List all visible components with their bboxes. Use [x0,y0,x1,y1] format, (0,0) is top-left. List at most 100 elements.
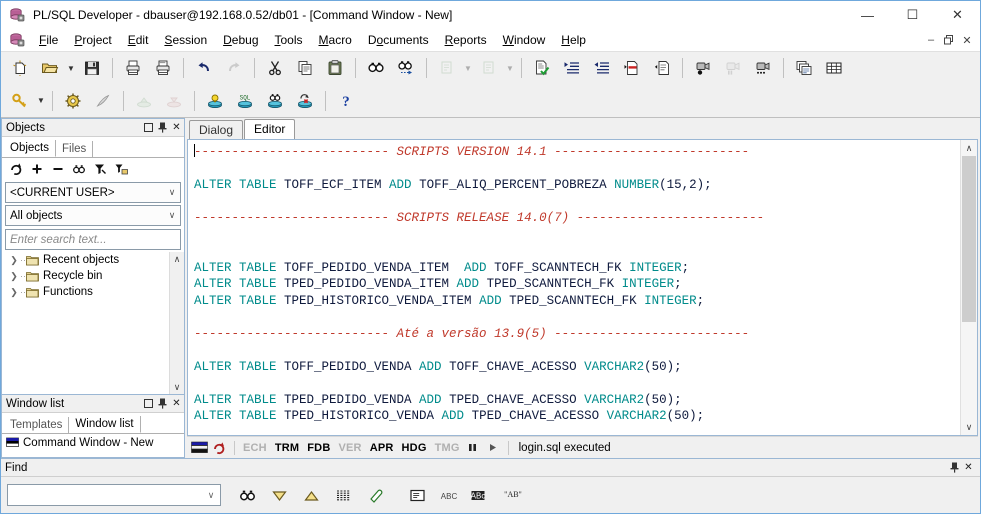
scroll-up-icon[interactable]: ∧ [961,140,977,156]
window-list-close-icon[interactable]: ✕ [170,396,183,411]
tab-window-list[interactable]: Window list [69,416,141,433]
menu-item-project[interactable]: Project [66,31,119,49]
play-macro-icon[interactable] [749,54,777,82]
objects-tab-files[interactable]: Files [56,141,94,157]
find-database-icon[interactable] [261,87,289,115]
current-user-combo[interactable]: <CURRENT USER> ∨ [5,182,181,203]
scroll-up-icon[interactable]: ∧ [170,252,184,266]
menu-item-tools[interactable]: Tools [267,31,311,49]
key-logon-dropdown-icon[interactable]: ▼ [35,88,47,114]
session-settings-icon[interactable] [59,87,87,115]
find-icon[interactable] [233,482,261,508]
menu-item-file[interactable]: File [31,31,66,49]
find-input[interactable]: ∨ [7,484,221,506]
collapse-icon[interactable] [48,160,68,178]
menu-item-window[interactable]: Window [495,31,554,49]
mdi-close-button[interactable]: ✕ [958,31,976,49]
session-rollback-icon[interactable] [210,440,228,456]
find-all-icon[interactable] [329,482,357,508]
menu-item-macro[interactable]: Macro [311,31,360,49]
window-list-icon[interactable] [790,54,818,82]
clear-highlight-icon[interactable] [361,482,389,508]
explain-plan-icon[interactable] [201,87,229,115]
find-up-icon[interactable] [297,482,325,508]
object-filter-combo[interactable]: All objects ∨ [5,205,181,226]
find-close-icon[interactable]: ✕ [962,460,975,475]
scrollbar-track[interactable] [961,156,977,419]
find-in-window-icon[interactable] [403,482,431,508]
help-icon[interactable]: ? [332,87,360,115]
recompile-icon[interactable] [291,87,319,115]
objects-tab-objects[interactable]: Objects [4,140,56,157]
unindent-icon[interactable] [588,54,616,82]
objects-find-icon[interactable] [69,160,89,178]
menu-item-reports[interactable]: Reports [437,31,495,49]
open-folder-icon[interactable] [36,54,64,82]
indent-icon[interactable] [558,54,586,82]
status-flag-ech[interactable]: ECH [239,442,271,454]
key-logon-icon[interactable] [6,87,34,115]
pause-icon[interactable] [464,440,482,456]
chevron-right-icon[interactable]: ❯ [8,255,20,266]
status-flag-tmg[interactable]: TMG [431,442,464,454]
save-icon[interactable] [78,54,106,82]
whole-word-icon[interactable]: "AB" [499,482,527,508]
check-syntax-icon[interactable] [528,54,556,82]
window-list-pin-icon[interactable] [156,396,169,411]
status-flag-ver[interactable]: VER [334,442,365,454]
window-close-button[interactable]: ✕ [935,1,980,29]
objects-pin-icon[interactable] [156,120,169,135]
chevron-right-icon[interactable]: ❯ [8,287,20,298]
refresh-icon[interactable] [6,160,26,178]
match-case-off-icon[interactable]: ABC [435,482,463,508]
window-list-item-command-window[interactable]: Command Window - New [2,434,184,451]
mdi-minimize-button[interactable]: – [922,31,940,49]
tree-item-recycle-bin[interactable]: ❯ ·· Recycle bin [2,268,184,284]
sql-code-area[interactable]: -------------------------- SCRIPTS VERSI… [188,140,960,435]
copy-icon[interactable] [291,54,319,82]
break-icon[interactable] [89,87,117,115]
menu-item-session[interactable]: Session [156,31,215,49]
scroll-down-icon[interactable]: ∨ [961,419,977,435]
status-flag-apr[interactable]: APR [366,442,398,454]
print-icon[interactable] [119,54,147,82]
mdi-restore-button[interactable] [940,31,958,49]
comment-icon[interactable] [618,54,646,82]
tab-dialog[interactable]: Dialog [189,120,244,139]
menu-item-edit[interactable]: Edit [120,31,157,49]
grid-icon[interactable] [820,54,848,82]
objects-maximize-icon[interactable] [142,120,155,135]
menu-item-help[interactable]: Help [553,31,594,49]
uncomment-icon[interactable] [648,54,676,82]
status-flag-fdb[interactable]: FDB [303,442,334,454]
cut-icon[interactable] [261,54,289,82]
tree-item-recent-objects[interactable]: ❯ ·· Recent objects [2,252,184,268]
status-flag-hdg[interactable]: HDG [398,442,431,454]
find-next-icon[interactable] [392,54,420,82]
sql-window-icon[interactable]: SQL [231,87,259,115]
window-minimize-button[interactable]: — [845,1,890,29]
new-icon[interactable] [6,54,34,82]
tab-editor[interactable]: Editor [244,119,296,140]
menu-item-debug[interactable]: Debug [215,31,266,49]
record-macro-icon[interactable] [689,54,717,82]
scrollbar-thumb[interactable] [962,156,976,322]
tree-item-functions[interactable]: ❯ ·· Functions [2,284,184,300]
objects-close-icon[interactable]: ✕ [170,120,183,135]
tab-templates[interactable]: Templates [4,417,70,433]
play-icon[interactable] [484,440,502,456]
scroll-down-icon[interactable]: ∨ [170,380,184,394]
chevron-right-icon[interactable]: ❯ [8,271,20,282]
open-dropdown-arrow-icon[interactable]: ▼ [65,55,77,81]
window-list-maximize-icon[interactable] [142,396,155,411]
mdi-database-icon[interactable] [9,32,25,48]
editor-vertical-scrollbar[interactable]: ∧ ∨ [960,140,977,435]
paste-icon[interactable] [321,54,349,82]
print-preview-icon[interactable] [149,54,177,82]
match-case-on-icon[interactable]: ABc [467,482,495,508]
find-icon[interactable] [362,54,390,82]
filter-icon[interactable] [90,160,110,178]
undo-icon[interactable] [190,54,218,82]
chevron-down-icon[interactable]: ∨ [202,490,220,501]
expand-icon[interactable] [27,160,47,178]
